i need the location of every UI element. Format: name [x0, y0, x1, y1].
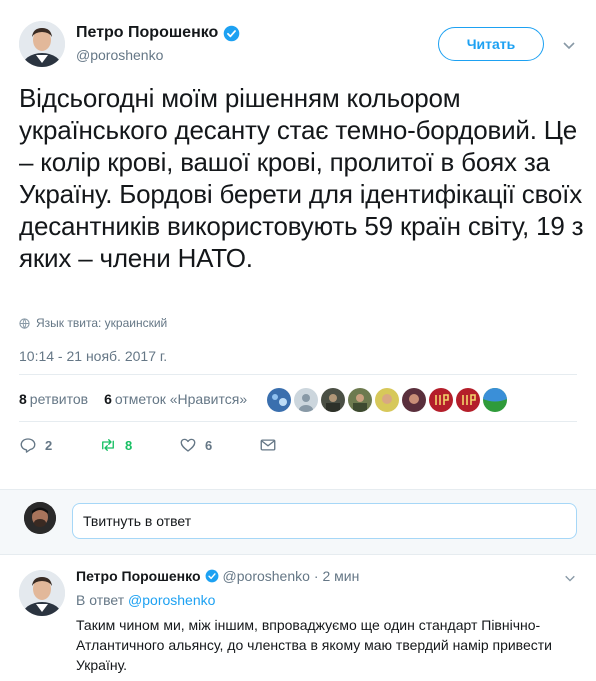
liker-avatars	[267, 388, 507, 412]
reply-time[interactable]: · 2 мин	[314, 568, 359, 584]
reply-icon	[20, 438, 36, 453]
reply-header: Петро Порошенко @poroshenko · 2 мин	[76, 568, 359, 584]
retweets-stat[interactable]: 8 ретвитов	[19, 391, 88, 407]
author-avatar[interactable]	[19, 21, 65, 67]
likes-label: отметок «Нравится»	[114, 391, 248, 407]
mail-icon	[260, 439, 276, 451]
tweet-timestamp[interactable]: 10:14 - 21 нояб. 2017 г.	[19, 348, 167, 364]
verified-icon	[205, 569, 218, 583]
likes-count: 6	[104, 391, 112, 407]
direct-message-action[interactable]	[259, 436, 339, 454]
like-action[interactable]: 6	[179, 436, 259, 454]
tweet-text: Відсьогодні моїм рішенням кольором украї…	[19, 83, 584, 273]
divider	[19, 374, 577, 375]
retweets-count: 8	[19, 391, 27, 407]
author-name-text[interactable]: Петро Порошенко	[76, 24, 218, 42]
language-info: Язык твита: украинский	[19, 316, 167, 330]
liker-avatar[interactable]	[375, 388, 399, 412]
liker-avatar[interactable]	[429, 388, 453, 412]
chevron-down-icon[interactable]	[564, 572, 576, 584]
retweet-count: 8	[125, 437, 133, 453]
in-reply-prefix: В ответ	[76, 592, 125, 608]
liker-avatar[interactable]	[483, 388, 507, 412]
reply-author-avatar[interactable]	[19, 570, 65, 616]
liker-avatar[interactable]	[348, 388, 372, 412]
reply-author-name[interactable]: Петро Порошенко	[76, 568, 201, 584]
reply-tweet-text: Таким чином ми, між іншим, впроваджуємо …	[76, 617, 552, 673]
verified-icon	[224, 25, 240, 41]
divider	[19, 421, 577, 422]
in-reply-to: В ответ @poroshenko	[76, 592, 215, 608]
language-label: Язык твита: украинский	[36, 316, 168, 330]
author-name[interactable]: Петро Порошенко	[76, 24, 240, 42]
reply-author-handle[interactable]: @poroshenko	[223, 568, 310, 584]
retweet-icon	[102, 439, 114, 451]
reply-action[interactable]: 2	[19, 436, 99, 454]
current-user-avatar[interactable]	[24, 502, 56, 534]
likes-stat[interactable]: 6 отметок «Нравится»	[104, 391, 247, 407]
chevron-down-icon[interactable]	[562, 38, 576, 52]
heart-icon	[180, 438, 196, 452]
follow-button[interactable]: Читать	[438, 27, 544, 61]
liker-avatar[interactable]	[267, 388, 291, 412]
reply-input[interactable]	[72, 503, 577, 539]
like-count: 6	[205, 437, 213, 453]
in-reply-handle-link[interactable]: @poroshenko	[128, 592, 215, 608]
liker-avatar[interactable]	[456, 388, 480, 412]
reply-count: 2	[45, 437, 53, 453]
liker-avatar[interactable]	[402, 388, 426, 412]
liker-avatar[interactable]	[321, 388, 345, 412]
tweet-stats: 8 ретвитов 6 отметок «Нравится»	[19, 391, 247, 407]
tweet-actions: 2 8 6	[19, 436, 339, 454]
retweet-action[interactable]: 8	[99, 436, 179, 454]
globe-icon	[19, 317, 30, 329]
reply-compose-area	[0, 489, 596, 555]
liker-avatar[interactable]	[294, 388, 318, 412]
retweets-label: ретвитов	[29, 391, 89, 407]
author-handle[interactable]: @poroshenko	[76, 47, 163, 63]
